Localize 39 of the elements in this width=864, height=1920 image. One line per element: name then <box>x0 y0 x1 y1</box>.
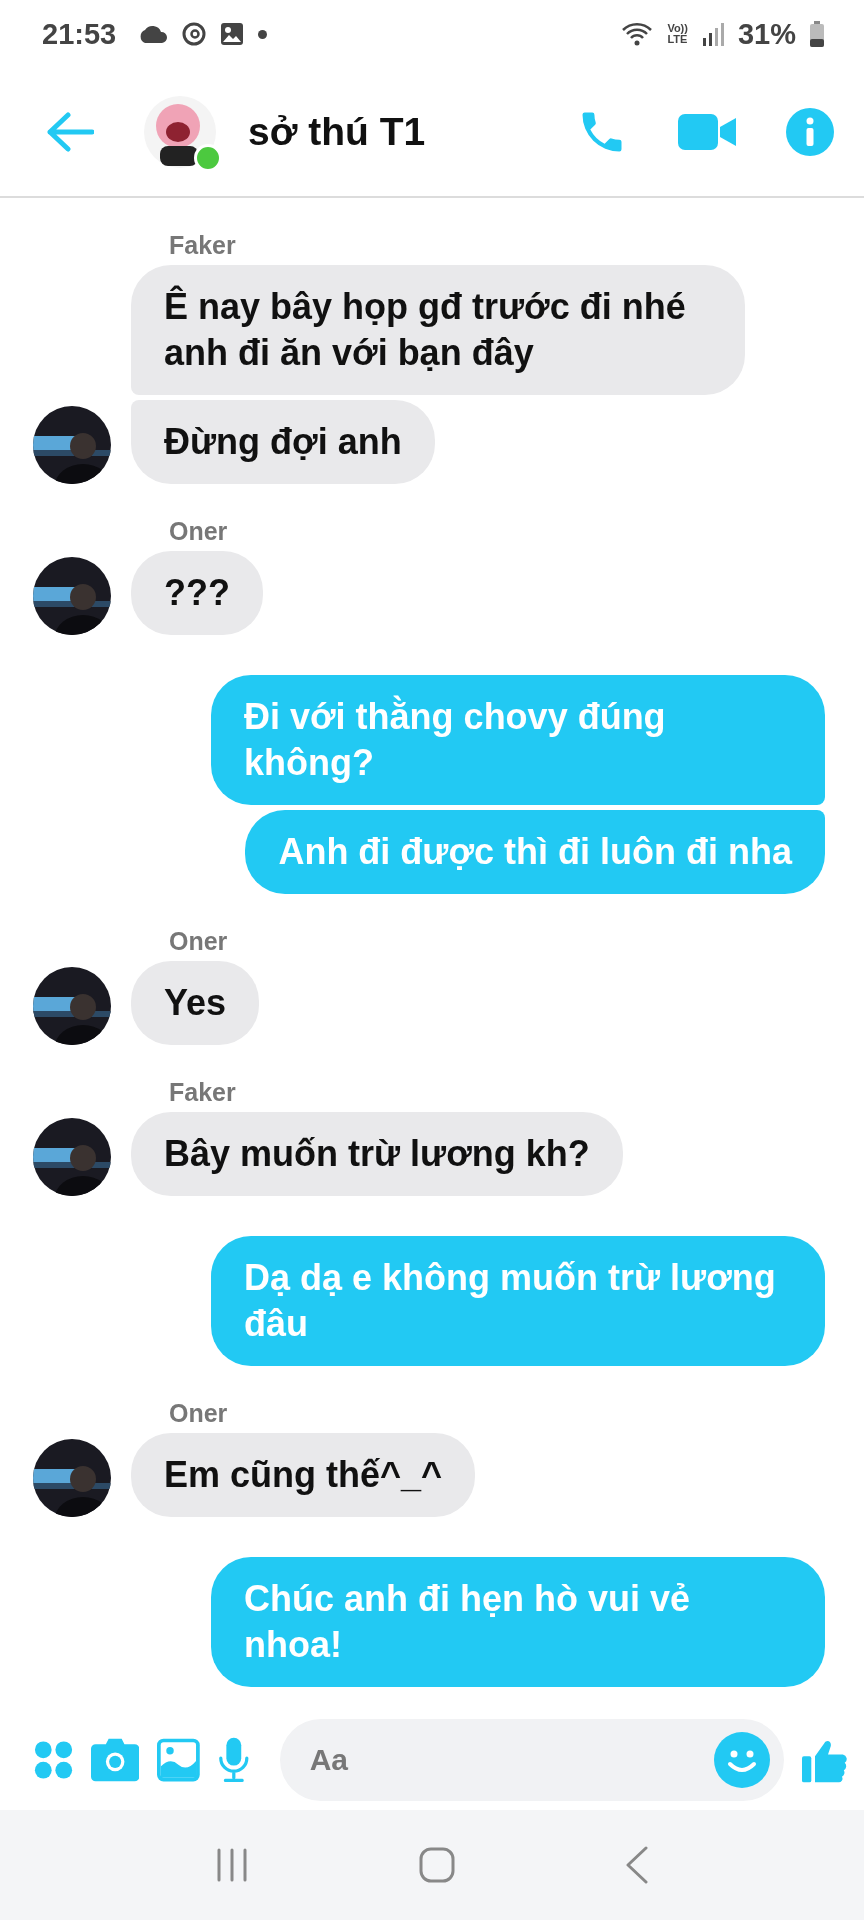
battery-icon <box>810 21 824 47</box>
message-field[interactable]: Aa <box>279 1719 784 1801</box>
message-bubble: Đi với thằng chovy đúng không? <box>211 675 825 805</box>
message-bubble: Dạ dạ e không muốn trừ lương đâu <box>211 1236 825 1366</box>
camera-icon[interactable] <box>91 1737 140 1783</box>
chat-title: sở thú T1 <box>248 110 427 154</box>
signal-icon <box>701 22 724 46</box>
message-bubble: Chúc anh đi hẹn hò vui vẻ nhoa! <box>211 1557 825 1687</box>
message-bubble: ??? <box>131 551 263 635</box>
apps-icon[interactable] <box>34 1739 74 1781</box>
back-arrow-icon[interactable] <box>46 112 94 152</box>
sender-name: Oner <box>169 516 228 546</box>
wifi-icon <box>621 21 654 47</box>
status-time: 21:53 <box>42 17 117 51</box>
message-input[interactable]: Aa <box>307 1742 714 1778</box>
recent-apps-icon[interactable] <box>215 1848 249 1882</box>
dot-icon <box>258 29 268 39</box>
sender-name: Faker <box>169 1077 236 1107</box>
message-bubble: Anh đi được thì đi luôn đi nha <box>245 810 825 894</box>
video-camera-icon[interactable] <box>678 112 736 152</box>
message-bubble: Em cũng thế^_^ <box>131 1433 476 1517</box>
message-bubble: Yes <box>131 961 260 1045</box>
battery-percent: 31% <box>737 17 796 51</box>
lte-label: LTE <box>667 34 688 45</box>
image-icon[interactable] <box>157 1737 201 1783</box>
cloud-icon <box>138 25 169 43</box>
microphone-icon[interactable] <box>218 1736 250 1784</box>
home-icon[interactable] <box>419 1847 455 1883</box>
image-icon <box>220 22 245 46</box>
info-icon[interactable] <box>786 108 834 156</box>
sender-name: Oner <box>169 1398 228 1428</box>
sender-name: Oner <box>169 926 228 956</box>
volte-label: Vo)) <box>667 23 688 34</box>
back-icon[interactable] <box>625 1846 649 1884</box>
message-bubble: Đừng đợi anh <box>131 400 435 484</box>
sender-name: Faker <box>169 230 236 260</box>
message-bubble: Ê nay bây họp gđ trước đi nhé anh đi ăn với bạn đây <box>131 265 745 395</box>
smiley-icon[interactable] <box>713 1732 770 1788</box>
message-bubble: Bây muốn trừ lương kh? <box>131 1112 623 1196</box>
